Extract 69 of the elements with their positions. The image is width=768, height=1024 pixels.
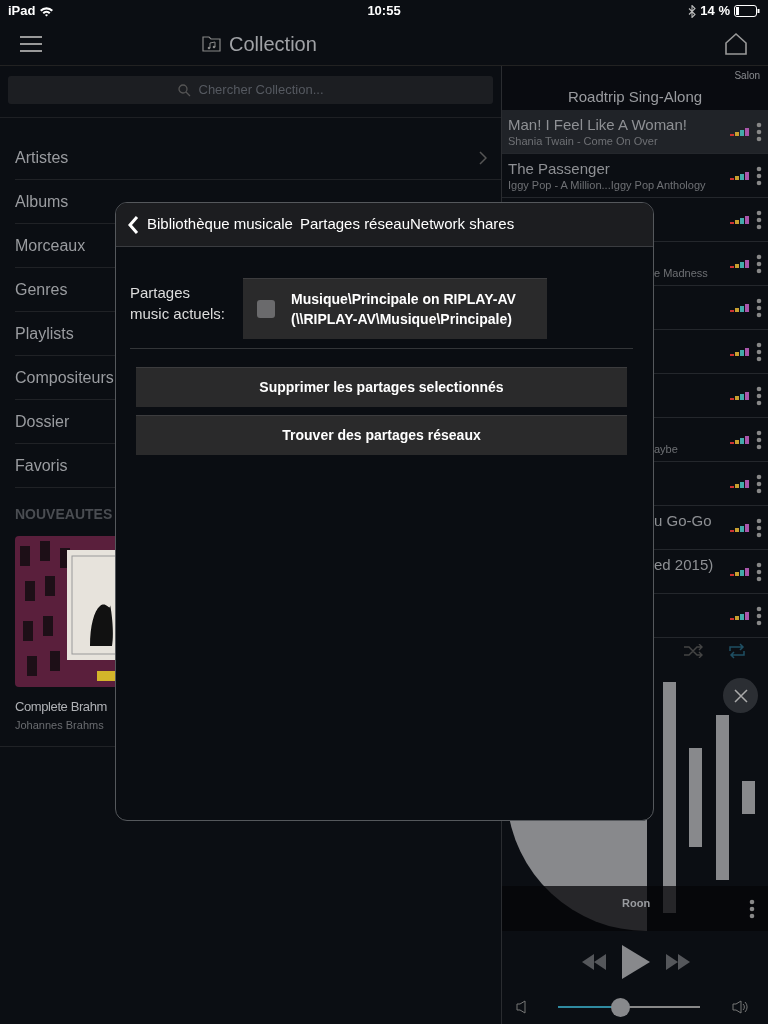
volume-down-icon (516, 1000, 526, 1014)
more-options-icon[interactable] (756, 297, 762, 318)
quality-meter-icon (730, 214, 750, 225)
more-options-icon[interactable] (756, 165, 762, 186)
chevron-icon (479, 150, 487, 165)
track-subtitle: Shania Twain - Come On Over (508, 133, 659, 148)
album-title: Complete Brahm (15, 698, 108, 716)
back-icon (128, 215, 139, 234)
album-artist: Johannes Brahms (15, 717, 105, 733)
quality-meter-icon (730, 478, 750, 489)
queue-row[interactable]: The Passenger Iggy Pop - A Million...Iggy Pop Anthology (502, 154, 768, 198)
close-icon (733, 689, 748, 704)
more-options-icon[interactable] (756, 341, 762, 362)
quality-meter-icon (730, 346, 750, 357)
device-name: iPad (8, 2, 36, 21)
page-title: Collection (229, 31, 317, 57)
more-options-icon[interactable] (756, 209, 762, 230)
wifi-icon (39, 5, 55, 17)
quality-meter-icon (730, 258, 750, 269)
menu-icon[interactable] (20, 34, 42, 53)
field-label: Partages music actuels: (130, 283, 227, 324)
dialog-title: Partages réseauNetwork shares (299, 214, 515, 235)
quality-meter-icon (730, 566, 750, 577)
menu-item[interactable]: Artistes (15, 136, 501, 180)
status-time: 10:55 (367, 3, 401, 19)
back-link[interactable]: Bibliothèque musicale (116, 213, 293, 236)
track-title: ed 2015) (654, 555, 715, 574)
rewind-icon[interactable] (582, 954, 606, 970)
share-label: Musique\Principale on RIPLAY-AV (\\RIPLAY-AV\Musique\Principale) (291, 290, 516, 329)
slider-thumb[interactable] (611, 997, 631, 1017)
quality-meter-icon (730, 610, 750, 621)
search-icon (177, 83, 191, 97)
action-button[interactable]: Trouver des partages réseaux (136, 415, 627, 455)
track-title: Man! I Feel Like A Woman! (508, 115, 688, 134)
play-icon[interactable] (622, 945, 650, 979)
quality-meter-icon (730, 126, 750, 137)
battery-icon (734, 5, 760, 17)
fast-forward-icon[interactable] (666, 954, 690, 970)
home-icon[interactable] (724, 31, 748, 56)
music-folder-icon (202, 35, 221, 52)
zone-name: Salon (733, 69, 761, 83)
section-title: NOUVEAUTES (15, 505, 114, 524)
more-options-icon[interactable] (756, 605, 762, 626)
zone-label: Roon (622, 896, 651, 912)
playlist-title: Roadtrip Sing-Along (566, 87, 704, 107)
bluetooth-icon (688, 4, 697, 18)
track-title: u Go-Go (654, 511, 713, 530)
queue-row[interactable]: Man! I Feel Like A Woman! Shania Twain - Come On Over (502, 110, 768, 154)
quality-meter-icon (730, 434, 750, 445)
more-options-icon[interactable] (756, 429, 762, 450)
more-options-icon[interactable] (756, 561, 762, 582)
more-options-icon[interactable] (756, 253, 762, 274)
volume-up-icon (732, 1000, 748, 1014)
more-options-icon[interactable] (756, 121, 762, 142)
track-title: The Passenger (508, 159, 611, 178)
track-subtitle: aybe (654, 441, 679, 456)
more-options-icon[interactable] (756, 385, 762, 406)
quality-meter-icon (730, 390, 750, 401)
track-subtitle: Iggy Pop - A Million...Iggy Pop Anthology (508, 177, 707, 192)
quality-meter-icon (730, 522, 750, 533)
track-subtitle: e Madness (654, 265, 709, 280)
more-options-icon[interactable] (756, 473, 762, 494)
quality-meter-icon (730, 170, 750, 181)
quality-meter-icon (730, 302, 750, 313)
action-button[interactable]: Supprimer les partages selectionnés (136, 367, 627, 407)
more-options-icon[interactable] (756, 517, 762, 538)
checkbox[interactable] (257, 300, 275, 318)
battery-percent: 14 % (700, 2, 730, 21)
more-options-icon[interactable] (749, 898, 755, 919)
